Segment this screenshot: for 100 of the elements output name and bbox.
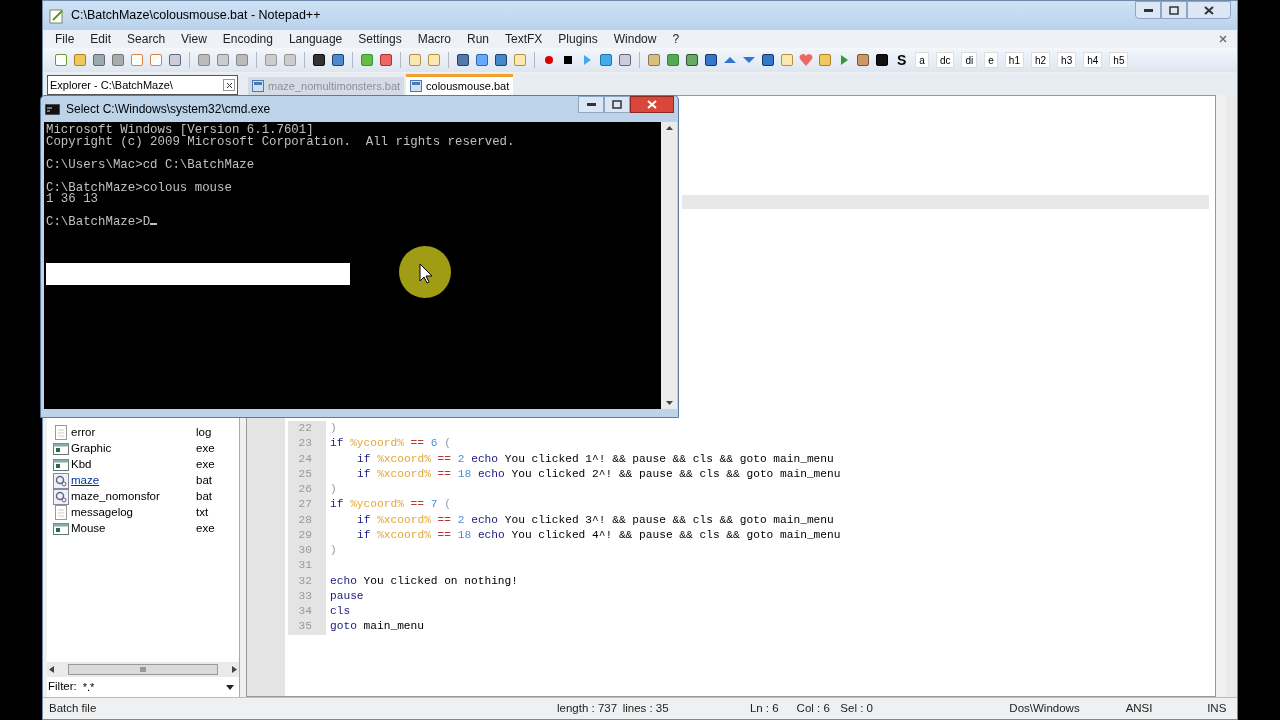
file-name[interactable]: error	[71, 426, 96, 439]
toolbar-text-button[interactable]: h5	[1109, 52, 1129, 68]
status-text: ANSI	[1125, 700, 1154, 716]
line-number: 22	[288, 421, 326, 437]
code-line: goto main_menu	[329, 619, 424, 635]
toolbar-text-button[interactable]: dc	[935, 52, 955, 68]
minimize-button[interactable]	[1135, 1, 1161, 19]
line-number: 31	[288, 558, 326, 574]
minimize-icon	[1143, 8, 1153, 12]
status-text: Ln : 6	[749, 700, 780, 716]
file-name[interactable]: maze_nomonsfor	[71, 490, 160, 503]
file-tab[interactable]: colousmouse.bat	[406, 74, 514, 95]
menu-item[interactable]: Settings	[350, 30, 410, 48]
toolbar-text-button[interactable]: h1	[1004, 52, 1024, 68]
restore-icon	[612, 100, 622, 109]
program-file-icon	[53, 521, 69, 537]
status-text: Sel : 0	[840, 700, 874, 716]
filter-label: Filter:	[48, 679, 77, 695]
toolbar-text-button[interactable]: h2	[1030, 52, 1051, 68]
file-name[interactable]: messagelog	[71, 506, 133, 519]
line-number: 30	[288, 543, 326, 559]
menu-item[interactable]: Search	[119, 30, 174, 48]
vertical-scrollbar[interactable]	[661, 122, 677, 409]
menu-item[interactable]: View	[173, 30, 215, 48]
filter-dropdown[interactable]: *.*	[82, 678, 238, 696]
explorer-title: Explorer - C:\BatchMaze\	[50, 77, 173, 93]
text-file-icon	[53, 425, 69, 441]
maximize-button[interactable]	[1161, 1, 1187, 19]
document-icon	[252, 80, 264, 92]
scroll-up-icon	[665, 126, 673, 130]
console-line: C:\Users\Mac>cd C:\BatchMaze	[46, 156, 256, 171]
file-name[interactable]: maze	[71, 474, 100, 487]
document-icon	[410, 80, 423, 92]
menu-item[interactable]: Edit	[82, 30, 120, 48]
toolbar-text-button[interactable]: S	[893, 49, 911, 71]
code-line: )	[329, 421, 337, 437]
status-text: length : 737	[556, 700, 619, 716]
menu-item[interactable]: ?	[664, 30, 688, 48]
console-line: 1 36 13	[46, 194, 100, 206]
minimize-icon	[586, 103, 596, 106]
menu-item[interactable]: Run	[459, 30, 497, 48]
console-line: C:\BatchMaze>colous mouse	[46, 179, 233, 194]
gear-file-icon	[53, 473, 69, 489]
file-extension: bat	[196, 473, 212, 489]
status-text: Batch file	[48, 700, 98, 716]
scroll-thumb-icon	[68, 664, 218, 675]
menu-item[interactable]: File	[47, 30, 83, 48]
menu-item[interactable]: Plugins	[550, 30, 606, 48]
close-button[interactable]	[630, 96, 674, 113]
program-file-icon	[53, 441, 69, 457]
close-panel-button[interactable]	[223, 79, 235, 91]
console-icon	[45, 103, 60, 115]
menu-item[interactable]: Language	[280, 30, 351, 48]
line-number: 23	[288, 436, 326, 452]
code-line: if %xcoord% == 2 echo You clicked 1^! && pause && cls && goto main_menu	[356, 451, 834, 467]
file-extension: log	[196, 425, 212, 441]
scroll-down-icon	[665, 401, 673, 405]
toolbar-text-button[interactable]: a	[915, 52, 929, 68]
maximize-button[interactable]	[604, 96, 630, 113]
console-line: C:\BatchMaze>D	[46, 205, 661, 229]
status-text: INS	[1207, 700, 1228, 716]
toolbar-text-button[interactable]: e	[984, 52, 998, 68]
minimize-button[interactable]	[578, 96, 604, 113]
cursor-highlight-icon	[398, 245, 452, 299]
vertical-scrollbar[interactable]	[1226, 95, 1237, 697]
status-text: lines : 35	[622, 700, 670, 716]
code-line: if %xcoord% == 18 echo You clicked 2^! && pause && cls && goto main_menu	[356, 467, 841, 482]
file-extension: exe	[196, 457, 215, 473]
menu-item[interactable]: Encoding	[214, 30, 281, 48]
scroll-left-icon	[49, 666, 54, 673]
menu-item[interactable]: TextFX	[497, 30, 551, 48]
close-document-icon[interactable]	[1219, 35, 1227, 43]
code-line: )	[329, 543, 337, 559]
menu-item[interactable]: Window	[605, 30, 665, 48]
dropdown-caret-icon	[226, 684, 234, 690]
status-text: Dos\Windows	[1009, 700, 1081, 716]
close-button[interactable]	[1187, 1, 1231, 19]
code-line: cls	[329, 604, 351, 620]
file-extension: txt	[196, 505, 209, 521]
code-line: if %ycoord% == 6 (	[329, 436, 451, 452]
toolbar-text-button[interactable]: di	[961, 52, 978, 68]
toolbar-text-button[interactable]: h4	[1083, 52, 1103, 68]
code-line: pause	[329, 589, 364, 604]
gear-file-icon	[53, 489, 69, 505]
heart-icon[interactable]	[798, 52, 814, 68]
code-line: if %xcoord% == 2 echo You clicked 3^! && pause && cls && goto main_menu	[356, 512, 834, 528]
horizontal-scrollbar[interactable]	[47, 662, 239, 677]
menu-item[interactable]: Macro	[409, 30, 459, 48]
toolbar-text-button[interactable]: h3	[1057, 52, 1077, 68]
file-extension: bat	[196, 489, 212, 505]
text-cursor	[150, 223, 158, 225]
line-number: 34	[288, 604, 326, 620]
file-name[interactable]: Kbd	[71, 458, 92, 471]
file-name[interactable]: Mouse	[71, 522, 106, 535]
file-name[interactable]: Graphic	[71, 442, 112, 455]
code-line: echo You clicked on nothing!	[329, 573, 518, 589]
console-line: Microsoft Windows [Version 6.1.7601]	[46, 125, 314, 137]
file-extension: exe	[196, 441, 215, 457]
filter-value: *.*	[82, 679, 95, 695]
close-icon	[225, 81, 233, 89]
